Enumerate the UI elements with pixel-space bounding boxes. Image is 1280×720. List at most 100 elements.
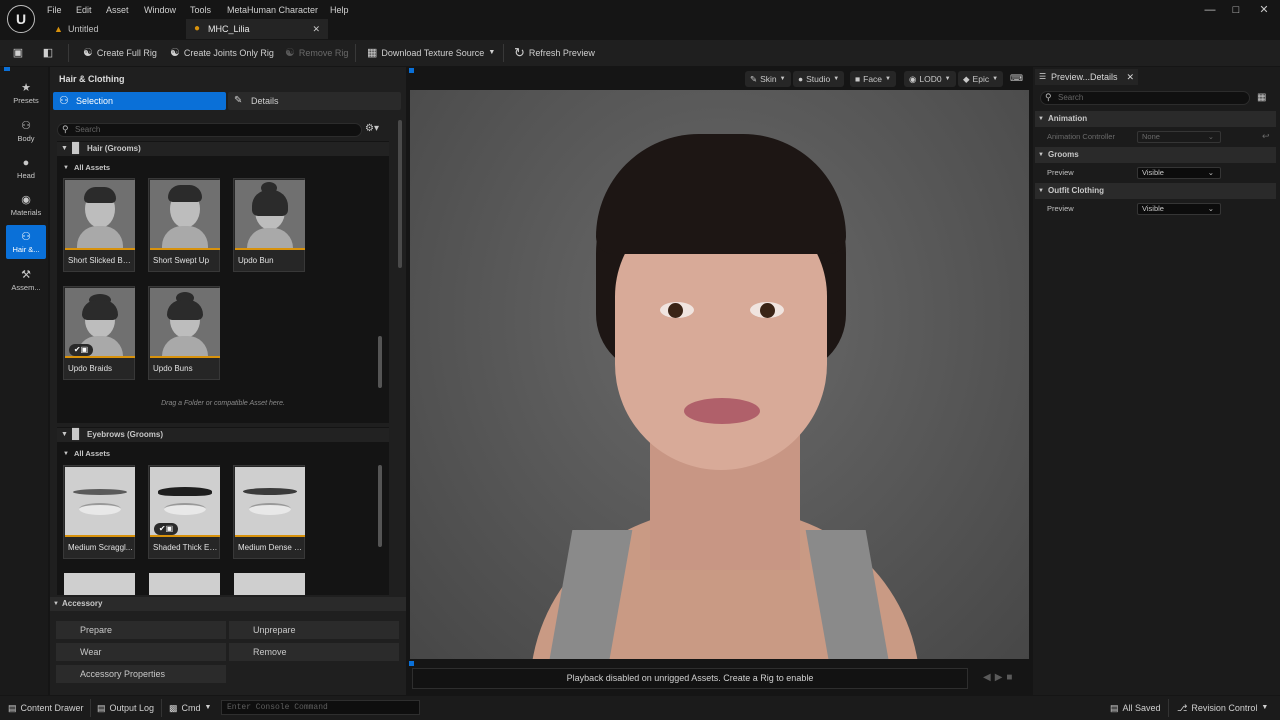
category-grooms[interactable]: ▼ Grooms (1035, 147, 1276, 163)
nav-presets[interactable]: ★ Presets (6, 76, 46, 110)
all-saved-button[interactable]: ▤ All Saved (1110, 700, 1161, 716)
eyebrows-scrollbar[interactable] (378, 465, 382, 547)
category-animation[interactable]: ▼ Animation (1035, 111, 1276, 127)
tab-selection[interactable]: ⚇ Selection (53, 92, 226, 110)
asset-card[interactable]: Short Slicked Back (63, 178, 135, 272)
asset-card[interactable]: Updo Bun (233, 178, 305, 272)
asset-card-partial[interactable] (149, 573, 220, 595)
menu-file[interactable]: File (47, 2, 62, 18)
menu-tools[interactable]: Tools (190, 2, 211, 18)
stop-icon[interactable]: ■ (1006, 672, 1016, 683)
level-icon: ▲ (54, 24, 63, 34)
step-back-icon[interactable]: ◀ (983, 672, 995, 683)
download-texture-source-button[interactable]: ▦ Download Texture Source ▼ (367, 44, 495, 62)
cmd-dropdown[interactable]: ▩ Cmd ▼ (169, 700, 211, 716)
category-outfit-clothing[interactable]: ▼ Outfit Clothing (1035, 183, 1276, 199)
minimize-icon[interactable]: — (1203, 3, 1217, 17)
nav-materials[interactable]: ◉ Materials (6, 188, 46, 222)
toolbar-divider (503, 44, 504, 62)
star-icon: ★ (21, 81, 31, 94)
quality-dropdown[interactable]: ◆ Epic ▼ (958, 71, 1004, 87)
table-view-icon[interactable]: ▦ (1257, 92, 1269, 104)
asset-card[interactable]: Medium Dense E... (233, 465, 305, 559)
close-window-icon[interactable]: ✕ (1257, 3, 1271, 17)
menu-metahuman-character[interactable]: MetaHuman Character (227, 2, 318, 18)
chevron-down-icon: ▼ (992, 76, 999, 82)
menu-help[interactable]: Help (330, 2, 349, 18)
close-tab-icon[interactable]: ✕ (312, 19, 320, 39)
content-drawer-button[interactable]: ▤ Content Drawer (8, 700, 84, 716)
menu-asset[interactable]: Asset (106, 2, 129, 18)
grooms-preview-select[interactable]: Visible ⌄ (1137, 167, 1221, 179)
tab-mhc-lilia[interactable]: ● MHC_Lilia ✕ (186, 19, 328, 39)
output-log-icon: ▤ (97, 703, 106, 713)
menu-window[interactable]: Window (144, 2, 176, 18)
close-tab-icon[interactable]: ✕ (1126, 69, 1134, 85)
asset-search-input[interactable]: ⚲ Search (57, 123, 362, 137)
hair-grooms-header[interactable]: ▼ █ Hair (Grooms) (57, 142, 389, 156)
asset-card[interactable]: Short Swept Up (148, 178, 220, 272)
unprepare-button[interactable]: Unprepare (229, 621, 399, 639)
console-command-input[interactable]: Enter Console Command (221, 700, 420, 715)
character-iris-left (668, 303, 683, 318)
hair-thumbnail: ✔▣ (65, 288, 135, 358)
prepare-button[interactable]: Prepare (56, 621, 226, 639)
studio-dropdown[interactable]: ● Studio ▼ (793, 71, 845, 87)
nav-body[interactable]: ⚇ Body (6, 114, 46, 148)
revision-control-icon: ⎇ (1177, 703, 1188, 713)
remove-button[interactable]: Remove (229, 643, 399, 661)
keyboard-icon[interactable]: ⌨ (1010, 73, 1023, 85)
details-search-input[interactable]: ⚲ Search (1040, 91, 1250, 105)
maximize-icon[interactable]: □ (1229, 3, 1243, 17)
asset-card[interactable]: Medium Scraggl... (63, 465, 135, 559)
outfit-preview-select[interactable]: Visible ⌄ (1137, 203, 1221, 215)
refresh-icon: ↻ (514, 45, 525, 60)
revision-control-button[interactable]: ⎇ Revision Control ▼ (1177, 700, 1268, 716)
body-icon: ⚇ (21, 119, 31, 132)
skin-dropdown[interactable]: ✎ Skin ▼ (745, 71, 791, 87)
hair-all-assets-header[interactable]: ▼ All Assets (57, 161, 389, 175)
refresh-preview-button[interactable]: ↻ Refresh Preview (514, 44, 595, 62)
tab-untitled[interactable]: ▲ Untitled (42, 19, 184, 39)
animation-controller-select[interactable]: None ⌄ (1137, 131, 1221, 143)
asset-card[interactable]: ✔▣ Updo Braids (63, 286, 135, 380)
panel-scrollbar[interactable] (398, 120, 402, 268)
details-icon: ☰ (1039, 72, 1047, 81)
asset-card-partial[interactable] (234, 573, 305, 595)
lod-dropdown[interactable]: ◉ LOD0 ▼ (904, 71, 956, 87)
remove-rig-button[interactable]: ☯ Remove Rig (285, 44, 348, 62)
pencil-icon: ✎ (234, 95, 243, 106)
menu-edit[interactable]: Edit (76, 2, 92, 18)
accessory-header[interactable]: ▼ Accessory (50, 597, 406, 611)
nav-hair-clothing[interactable]: ⚇ Hair &... (6, 225, 46, 259)
play-icon[interactable]: ▶ (995, 672, 1007, 683)
metahuman-asset-icon: ● (194, 23, 201, 34)
asset-card[interactable]: Updo Buns (148, 286, 220, 380)
camera-icon: ■ (855, 74, 861, 84)
nav-assembly[interactable]: ⚒ Assem... (6, 263, 46, 297)
accessory-properties-button[interactable]: Accessory Properties (56, 665, 226, 683)
tab-preview-details[interactable]: ☰ Preview...Details ✕ (1035, 69, 1138, 85)
eyebrows-all-assets-header[interactable]: ▼ All Assets (57, 447, 389, 461)
reset-icon[interactable]: ↩ (1262, 131, 1272, 141)
nav-head[interactable]: ● Head (6, 151, 46, 185)
create-full-rig-button[interactable]: ☯ Create Full Rig (83, 44, 157, 62)
drag-hint: Drag a Folder or compatible Asset here. (161, 400, 285, 407)
settings-gear-icon[interactable]: ⚙▾ (365, 122, 387, 136)
hair-scrollbar[interactable] (378, 336, 382, 388)
eyebrows-grooms-header[interactable]: ▼ █ Eyebrows (Grooms) (57, 428, 389, 442)
face-camera-dropdown[interactable]: ■ Face ▼ (850, 71, 896, 87)
terminal-icon: ▩ (169, 703, 178, 713)
save-icon[interactable]: ▣ (11, 45, 25, 59)
output-log-button[interactable]: ▤ Output Log (97, 700, 154, 716)
unreal-logo-icon[interactable]: U (7, 5, 35, 33)
eyebrow-thumbnail (65, 467, 135, 537)
tab-details[interactable]: ✎ Details (228, 92, 401, 110)
create-joints-only-rig-button[interactable]: ☯ Create Joints Only Rig (170, 44, 274, 62)
browse-icon[interactable]: ◧ (40, 45, 56, 59)
asset-card[interactable]: ✔▣ Shaded Thick Ey... (148, 465, 220, 559)
asset-card-partial[interactable] (64, 573, 135, 595)
wear-button[interactable]: Wear (56, 643, 226, 661)
playback-controls[interactable]: ◀▶■ (983, 672, 1027, 686)
viewport-canvas[interactable] (410, 90, 1029, 659)
